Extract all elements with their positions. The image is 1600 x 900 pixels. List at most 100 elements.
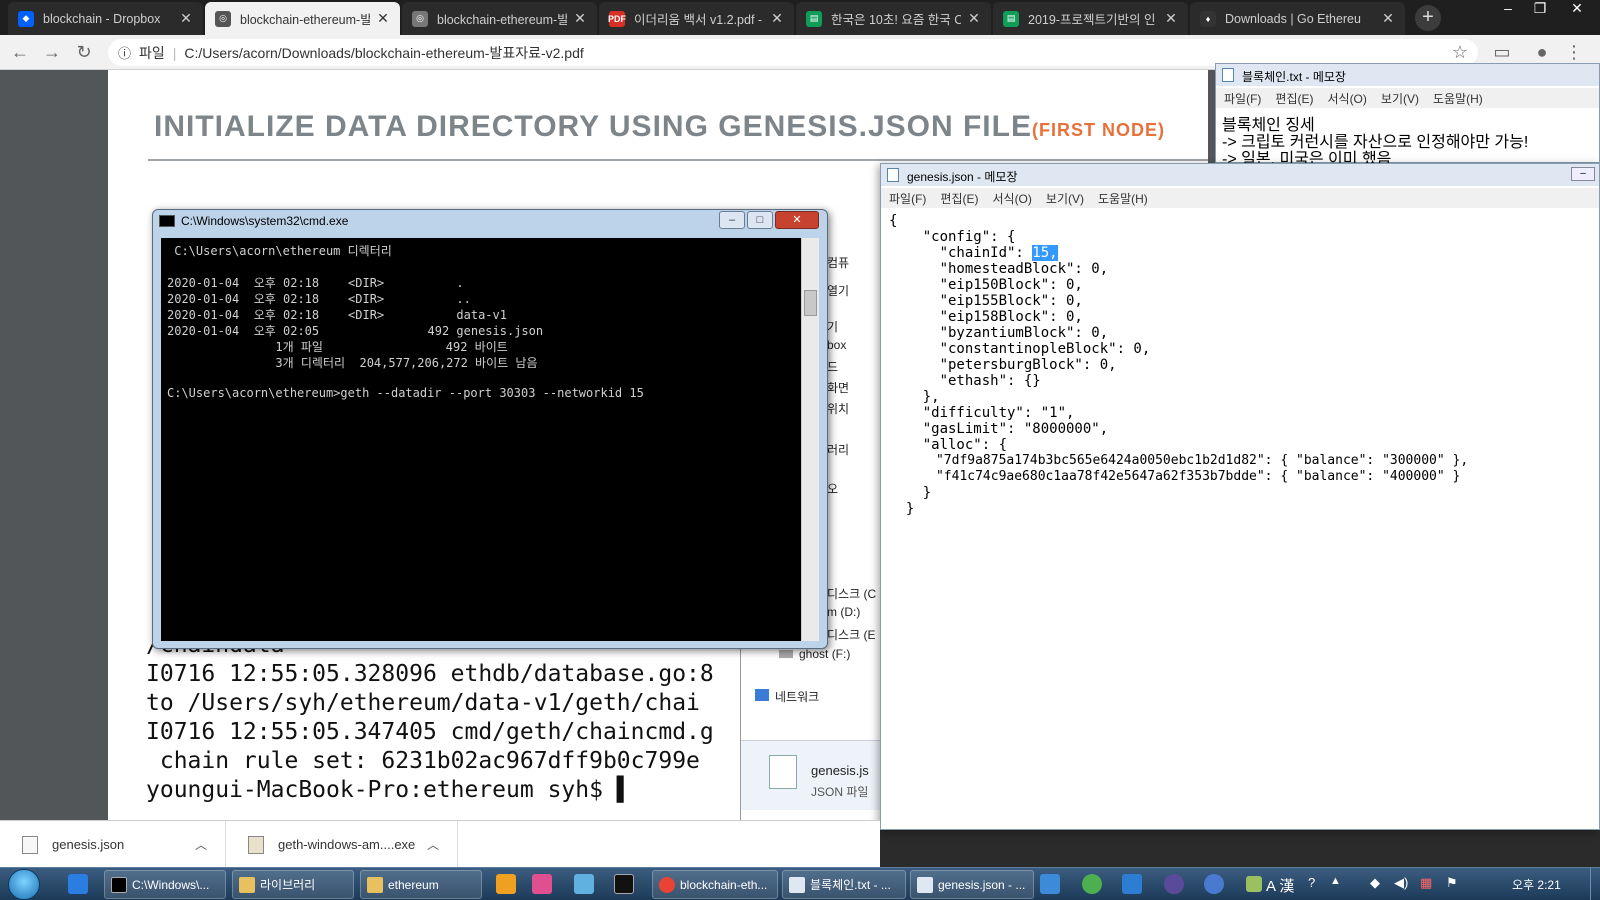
- info-icon[interactable]: ⓘ: [118, 43, 131, 62]
- paint-icon[interactable]: [532, 874, 552, 894]
- show-desktop-button[interactable]: [1590, 868, 1600, 900]
- menu-edit[interactable]: 편집(E): [940, 192, 978, 206]
- close-icon[interactable]: ✕: [1381, 10, 1395, 27]
- ime-toolbar-icon[interactable]: [1246, 876, 1262, 892]
- minimize-button[interactable]: ‒: [719, 211, 745, 229]
- bookmark-star-icon[interactable]: ☆: [1448, 41, 1472, 65]
- taskbar-button-cmd[interactable]: C:\Windows\...: [104, 870, 226, 899]
- tab-title: 2019-프로젝트기반의 인: [1028, 13, 1156, 27]
- explorer-drive-item[interactable]: m (D:): [827, 605, 860, 619]
- cmd-icon[interactable]: [614, 874, 634, 894]
- media-player-icon[interactable]: [496, 874, 516, 894]
- taskbar-button-notepad-genesis[interactable]: genesis.json - ...: [910, 870, 1034, 899]
- internet-explorer-icon[interactable]: [68, 874, 88, 894]
- vscode-icon[interactable]: [1122, 874, 1142, 894]
- notepad-title-bar[interactable]: 블록체인.txt - 메모장: [1216, 64, 1599, 86]
- close-icon[interactable]: ✕: [179, 10, 193, 27]
- explorer-nav-item[interactable]: 컴퓨: [827, 254, 849, 271]
- menu-help[interactable]: 도움말(H): [1433, 92, 1483, 106]
- close-icon[interactable]: ✕: [376, 10, 390, 27]
- eclipse-icon[interactable]: [1164, 874, 1184, 894]
- tray-arrow-icon[interactable]: ▲: [1330, 875, 1341, 887]
- chevron-up-icon[interactable]: ︿: [427, 836, 439, 853]
- network-tool-icon[interactable]: [574, 874, 594, 894]
- new-tab-button[interactable]: +: [1415, 5, 1441, 31]
- cmd-title-bar[interactable]: C:\Windows\system32\cmd.exe: [159, 214, 348, 228]
- menu-view[interactable]: 보기(V): [1046, 192, 1084, 206]
- explorer-nav-item[interactable]: 기: [827, 318, 838, 335]
- menu-file[interactable]: 파일(F): [1224, 92, 1261, 106]
- dropbox-tray-icon[interactable]: ◆: [1370, 875, 1380, 891]
- notepad-window-genesis[interactable]: genesis.json - 메모장 ‒ 파일(F) 편집(E) 서식(O) 보기(V…: [880, 163, 1600, 830]
- back-arrow-icon[interactable]: ←: [8, 41, 32, 65]
- minimize-button[interactable]: ‒: [1571, 167, 1595, 181]
- menu-icon[interactable]: ⋮: [1562, 41, 1586, 65]
- cmd-scrollbar[interactable]: [801, 238, 819, 641]
- cmd-console[interactable]: C:\Users\acorn\ethereum 디렉터리 2020-01-04 …: [161, 238, 809, 641]
- slide-terminal-line: to /Users/syh/ethereum/data-v1/geth/chai: [146, 690, 700, 716]
- remote-desktop-icon[interactable]: [1040, 874, 1060, 894]
- menu-edit[interactable]: 편집(E): [1275, 92, 1313, 106]
- browser-tab[interactable]: ▤ 한국은 10초! 요즘 한국 C ✕: [796, 2, 991, 35]
- close-icon[interactable]: ✕: [573, 10, 587, 27]
- explorer-nav-item[interactable]: 오: [827, 480, 838, 497]
- explorer-nav-item[interactable]: 러리: [827, 441, 849, 458]
- menu-format[interactable]: 서식(O): [992, 192, 1031, 206]
- notepad-editor[interactable]: { "config": { "chainId": 15, "homesteadB…: [881, 209, 1599, 829]
- browser-tab[interactable]: ▤ 2019-프로젝트기반의 인 ✕: [993, 2, 1188, 35]
- browser-tab[interactable]: ♦ Downloads | Go Ethereu ✕: [1190, 2, 1405, 35]
- close-window-button[interactable]: ✕: [1562, 0, 1592, 18]
- menu-file[interactable]: 파일(F): [889, 192, 926, 206]
- taskbar-button-ethereum[interactable]: ethereum: [360, 870, 482, 899]
- taskbar-button-chrome[interactable]: blockchain-eth...: [652, 870, 778, 899]
- r-icon[interactable]: [1204, 874, 1224, 894]
- taskbar-button-library[interactable]: 라이브러리: [232, 870, 354, 899]
- explorer-drive-item[interactable]: ghost (F:): [779, 647, 850, 661]
- forward-arrow-icon[interactable]: →: [40, 41, 64, 65]
- taskbar-label: genesis.json - ...: [938, 877, 1026, 892]
- notepad-window-blockchain[interactable]: 블록체인.txt - 메모장 파일(F) 편집(E) 서식(O) 보기(V) 도움말(H…: [1215, 63, 1600, 168]
- code-line: }: [889, 485, 932, 501]
- kakao-icon[interactable]: [1082, 874, 1102, 894]
- close-icon[interactable]: ✕: [1164, 10, 1178, 27]
- help-icon[interactable]: ?: [1308, 875, 1315, 890]
- explorer-nav-item[interactable]: 드: [827, 358, 838, 375]
- close-button[interactable]: ✕: [775, 211, 819, 229]
- minimize-button[interactable]: ‒: [1493, 0, 1523, 18]
- browser-tab-active[interactable]: ◎ blockchain-ethereum-발표 ✕: [205, 2, 400, 35]
- browser-tab[interactable]: ◎ blockchain-ethereum-발표 ✕: [402, 2, 597, 35]
- menu-help[interactable]: 도움말(H): [1098, 192, 1148, 206]
- reload-icon[interactable]: ↻: [72, 41, 96, 65]
- cmd-window[interactable]: C:\Windows\system32\cmd.exe ‒ □ ✕ C:\Use…: [152, 209, 828, 649]
- download-item[interactable]: geth-windows-am....exe ︿: [226, 821, 458, 868]
- ime-mode-label[interactable]: A 漢: [1266, 875, 1294, 896]
- download-item[interactable]: genesis.json ︿: [0, 821, 226, 868]
- maximize-button[interactable]: □: [747, 211, 773, 229]
- explorer-nav-item[interactable]: 화면: [827, 379, 849, 396]
- explorer-nav-item[interactable]: box: [827, 338, 846, 352]
- volume-icon[interactable]: ◀): [1394, 875, 1408, 891]
- system-clock[interactable]: 오후 2:21: [1512, 876, 1561, 893]
- address-input[interactable]: ⓘ 파일 | C:/Users/acorn/Downloads/blockcha…: [108, 39, 1478, 66]
- restore-button[interactable]: ❐: [1525, 0, 1555, 18]
- close-icon[interactable]: ✕: [967, 10, 981, 27]
- explorer-network-item[interactable]: 네트워크: [755, 688, 819, 705]
- flag-icon[interactable]: ⚑: [1446, 875, 1458, 891]
- explorer-nav-item[interactable]: 열기: [827, 282, 849, 299]
- close-icon[interactable]: ✕: [770, 10, 784, 27]
- browser-tab[interactable]: PDF 이더리움 백서 v1.2.pdf - ✕: [599, 2, 794, 35]
- menu-view[interactable]: 보기(V): [1381, 92, 1419, 106]
- explorer-drive-item[interactable]: 디스크 (E: [827, 626, 875, 643]
- scroll-thumb[interactable]: [804, 290, 817, 316]
- browser-tab[interactable]: ◆ blockchain - Dropbox ✕: [8, 2, 203, 35]
- notepad-title-bar[interactable]: genesis.json - 메모장 ‒: [881, 164, 1599, 186]
- explorer-drive-item[interactable]: 디스크 (C: [827, 585, 876, 602]
- start-button[interactable]: [8, 869, 40, 900]
- menu-format[interactable]: 서식(O): [1327, 92, 1366, 106]
- cast-icon[interactable]: ▭: [1490, 41, 1514, 65]
- chevron-up-icon[interactable]: ︿: [195, 836, 207, 853]
- account-icon[interactable]: ●: [1530, 41, 1554, 65]
- taskbar-button-notepad-blockchain[interactable]: 블록체인.txt - ...: [782, 870, 906, 899]
- explorer-nav-item[interactable]: 위치: [827, 400, 849, 417]
- network-warning-icon[interactable]: ▦: [1420, 875, 1432, 891]
